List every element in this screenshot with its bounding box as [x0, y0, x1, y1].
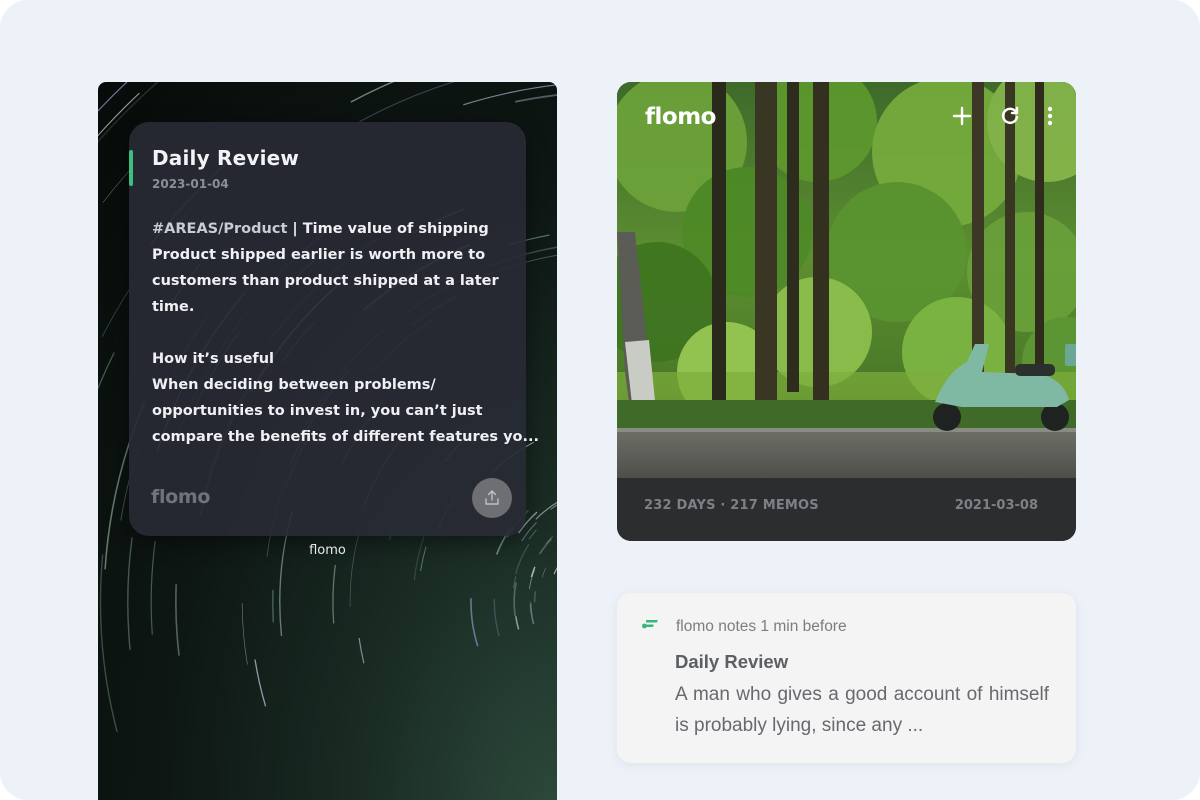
- memo-date: 2023-01-04: [152, 177, 229, 191]
- plus-icon[interactable]: [950, 104, 974, 128]
- memo-flomo-logo: flomo: [151, 486, 211, 508]
- star-trail: [350, 82, 395, 103]
- memo-body: #AREAS/Product | Time value of shipping …: [152, 216, 540, 450]
- star-trail: [515, 616, 520, 630]
- showcase-canvas: Daily Review 2023-01-04 #AREAS/Product |…: [0, 0, 1200, 800]
- notification-title: Daily Review: [675, 651, 789, 672]
- refresh-icon[interactable]: [998, 104, 1022, 128]
- forest-photo: [617, 82, 1076, 478]
- memo-tag[interactable]: #AREAS/Product: [152, 221, 287, 237]
- photo-stats-widget[interactable]: flomo 232 DAYS · 217 MEMOS 2021-03-08: [617, 82, 1076, 541]
- star-trail: [528, 529, 537, 540]
- memo-line: When deciding between problems/: [152, 377, 436, 393]
- memo-card[interactable]: Daily Review 2023-01-04 #AREAS/Product |…: [129, 122, 540, 536]
- memo-line-text: | Time value of shipping: [287, 221, 489, 237]
- star-trail: [241, 603, 248, 665]
- phone-wallpaper-widget: Daily Review 2023-01-04 #AREAS/Product |…: [98, 82, 557, 800]
- star-trail: [535, 501, 557, 520]
- memo-line: customers than product shipped at a late…: [152, 273, 499, 289]
- star-trail: [175, 584, 180, 656]
- star-trail: [358, 637, 365, 664]
- star-trail: [332, 564, 336, 624]
- star-trail: [359, 82, 456, 123]
- star-trail: [493, 598, 500, 637]
- star-trail: [513, 582, 517, 617]
- flomo-logo: flomo: [645, 104, 716, 130]
- memo-accent-bar: [129, 150, 133, 186]
- star-trail: [470, 598, 479, 647]
- star-trail: [254, 659, 267, 707]
- star-trail: [463, 84, 557, 106]
- more-vertical-icon[interactable]: [1046, 104, 1054, 128]
- notification-body: A man who gives a good account of himsel…: [675, 684, 1049, 736]
- share-button[interactable]: [472, 478, 512, 518]
- notification-card[interactable]: flomo notes 1 min before Daily Review A …: [617, 593, 1076, 763]
- star-trail: [528, 569, 536, 589]
- flomo-app-icon: [642, 620, 658, 629]
- photo-date: 2021-03-08: [954, 498, 1038, 513]
- share-upload-icon: [485, 490, 499, 505]
- star-trail: [541, 567, 546, 578]
- memo-line: compare the benefits of different featur…: [152, 429, 540, 445]
- stats-text: 232 DAYS · 217 MEMOS: [644, 498, 819, 513]
- widget-footer: 232 DAYS · 217 MEMOS 2021-03-08: [617, 478, 1076, 541]
- star-trail: [99, 554, 118, 733]
- memo-line: How it’s useful: [152, 351, 275, 367]
- memo-title: Daily Review: [152, 146, 300, 170]
- memo-line: opportunities to invest in, you can’t ju…: [152, 403, 483, 419]
- memo-line: time.: [152, 299, 195, 315]
- star-trail: [98, 352, 115, 391]
- memo-line: Product shipped earlier is worth more to: [152, 247, 486, 263]
- widget-toolbar: [950, 104, 1054, 128]
- star-trail: [515, 94, 557, 103]
- star-trail: [533, 591, 537, 603]
- widget-app-label: flomo: [309, 543, 346, 558]
- notification-meta: flomo notes 1 min before: [676, 618, 847, 635]
- star-trail: [530, 566, 536, 578]
- star-trail: [529, 603, 535, 625]
- star-trail: [553, 566, 557, 575]
- memo-line: #AREAS/Product | Time value of shipping: [152, 216, 512, 242]
- star-trail: [272, 589, 275, 623]
